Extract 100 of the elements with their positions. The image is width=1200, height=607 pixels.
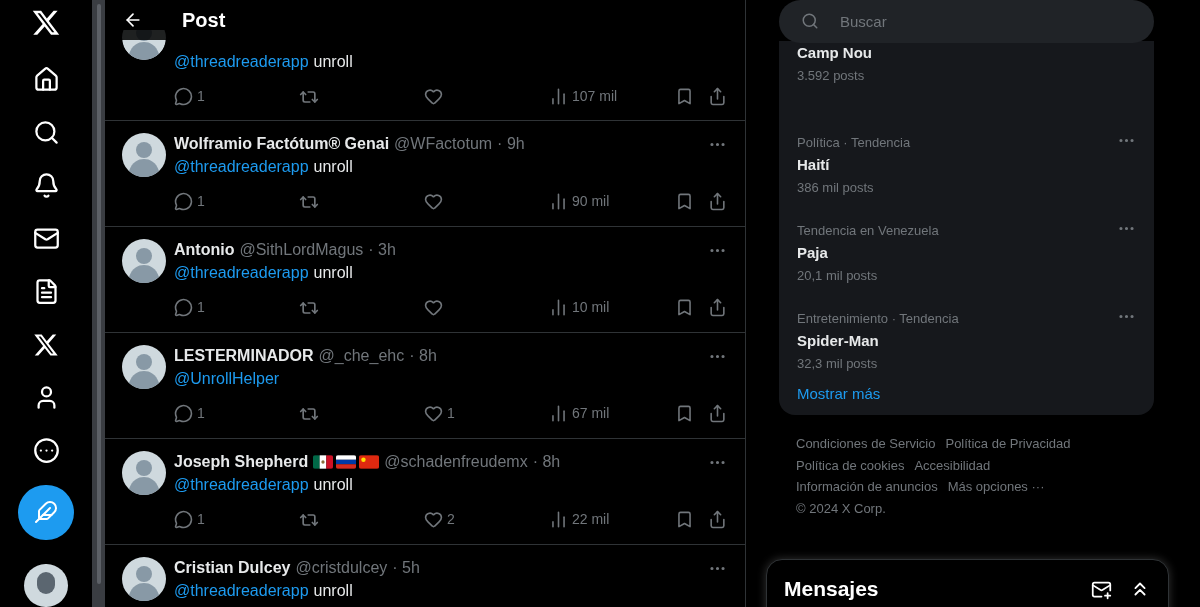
author-name[interactable]: LESTERMINADOR: [174, 344, 314, 368]
views-button[interactable]: 10 mil: [549, 297, 674, 318]
post-text: unroll: [313, 582, 353, 599]
reply-icon: [174, 192, 193, 211]
views-button[interactable]: 22 mil: [549, 509, 674, 530]
author-handle[interactable]: @SithLordMagus: [239, 238, 364, 262]
share-icon[interactable]: [708, 510, 727, 529]
messages-drawer[interactable]: Mensajes: [766, 559, 1169, 607]
search-icon: [801, 12, 819, 30]
trend-count: 3.592 posts: [797, 67, 866, 85]
bell-icon[interactable]: [32, 172, 60, 200]
author-handle[interactable]: @WFactotum: [394, 132, 493, 156]
mention-link[interactable]: @threadreaderapp: [174, 582, 309, 599]
views-icon: [549, 192, 568, 211]
trend-count: 32,3 mil posts: [797, 355, 879, 373]
x-logo[interactable]: [31, 8, 61, 38]
footer-link[interactable]: Información de anuncios: [796, 476, 938, 498]
scrollbar[interactable]: [92, 0, 105, 607]
trend-title[interactable]: Haití: [797, 153, 1136, 177]
bookmark-icon[interactable]: [675, 298, 694, 317]
share-icon[interactable]: [708, 298, 727, 317]
author-name[interactable]: Cristian Dulcey: [174, 556, 291, 580]
feather-icon: [34, 500, 58, 525]
post-time: · 8h: [532, 452, 561, 472]
avatar[interactable]: [122, 239, 166, 283]
x-logo[interactable]: [33, 331, 59, 358]
reply-button[interactable]: 1: [174, 86, 299, 107]
reply-icon: [174, 298, 193, 317]
trend-count: 20,1 mil posts: [797, 267, 879, 285]
views-count: 90 mil: [572, 192, 610, 211]
author-name[interactable]: Joseph Shepherd: [174, 450, 309, 474]
trend-title[interactable]: Spider-Man: [797, 329, 1136, 353]
more-icon[interactable]: [32, 436, 60, 464]
views-icon: [549, 404, 568, 423]
heart-icon: [424, 298, 443, 317]
reply-count: 1: [197, 298, 205, 317]
avatar[interactable]: [122, 451, 166, 495]
footer-link[interactable]: Condiciones de Servicio: [796, 433, 936, 455]
avatar[interactable]: [122, 557, 166, 601]
search-icon[interactable]: [32, 119, 60, 147]
mention-link[interactable]: @threadreaderapp: [174, 264, 309, 281]
like-count: 1: [447, 404, 455, 423]
mention-link[interactable]: @threadreaderapp: [174, 53, 309, 70]
mention-link[interactable]: @UnrollHelper: [174, 370, 280, 387]
author-handle[interactable]: @cristdulcey: [295, 556, 388, 580]
mention-link[interactable]: @threadreaderapp: [174, 476, 309, 493]
profile-avatar[interactable]: [24, 563, 68, 607]
post-text: unroll: [313, 158, 353, 175]
mention-link[interactable]: @threadreaderapp: [174, 158, 309, 175]
post-time: · 9h: [497, 134, 525, 154]
like-button[interactable]: 1: [424, 403, 549, 424]
bookmark-icon[interactable]: [675, 192, 694, 211]
flag-icon: [336, 455, 357, 469]
post-text: unroll: [313, 264, 353, 281]
footer-link[interactable]: Política de cookies: [796, 454, 905, 476]
footer-link[interactable]: Más opciones ···: [947, 476, 1045, 498]
reply-count: 1: [197, 404, 205, 423]
reply-button[interactable]: 1: [174, 509, 299, 530]
footer-link[interactable]: Política de Privacidad: [945, 433, 1071, 455]
reply-button[interactable]: 1: [174, 191, 299, 212]
post-text: unroll: [313, 53, 353, 70]
show-more-link[interactable]: Mostrar más: [779, 383, 1154, 406]
reply-icon: [174, 87, 193, 106]
page-title: Post: [182, 8, 226, 33]
avatar[interactable]: [122, 345, 166, 389]
post-time: · 3h: [368, 240, 396, 260]
reply-button[interactable]: 1: [174, 403, 299, 424]
bookmark-icon[interactable]: [675, 87, 694, 106]
trend-title[interactable]: Camp Nou: [797, 41, 1136, 65]
bookmark-icon[interactable]: [675, 510, 694, 529]
views-button[interactable]: 90 mil: [549, 191, 674, 212]
trend-title[interactable]: Paja: [797, 241, 1136, 265]
reply-count: 1: [197, 87, 205, 106]
views-button[interactable]: 107 mil: [549, 86, 674, 107]
share-icon[interactable]: [708, 87, 727, 106]
views-button[interactable]: 67 mil: [549, 403, 674, 424]
home-icon[interactable]: [32, 66, 60, 94]
heart-icon: [424, 192, 443, 211]
views-icon: [549, 298, 568, 317]
trend-category: Política · Tendencia: [797, 134, 911, 152]
compose-button[interactable]: [18, 484, 74, 540]
bookmark-icon[interactable]: [675, 404, 694, 423]
author-handle[interactable]: @_che_ehc: [318, 344, 405, 368]
post-time: · 5h: [392, 558, 420, 578]
footer-link[interactable]: Accesibilidad: [914, 454, 991, 476]
views-icon: [549, 87, 568, 106]
author-name[interactable]: Wolframio Factótum® Genai: [174, 132, 390, 156]
heart-icon: [424, 87, 443, 106]
reply-button[interactable]: 1: [174, 297, 299, 318]
reply-count: 1: [197, 192, 205, 211]
heart-icon: [424, 404, 443, 423]
reply-count: 1: [197, 510, 205, 529]
avatar[interactable]: [122, 133, 166, 177]
author-name[interactable]: Antonio: [174, 238, 235, 262]
author-handle[interactable]: @schadenfreudemx: [384, 450, 528, 474]
like-button[interactable]: 2: [424, 509, 549, 530]
share-icon[interactable]: [708, 404, 727, 423]
search-field[interactable]: Buscar: [779, 0, 1154, 43]
share-icon[interactable]: [708, 192, 727, 211]
reply-icon: [174, 510, 193, 529]
